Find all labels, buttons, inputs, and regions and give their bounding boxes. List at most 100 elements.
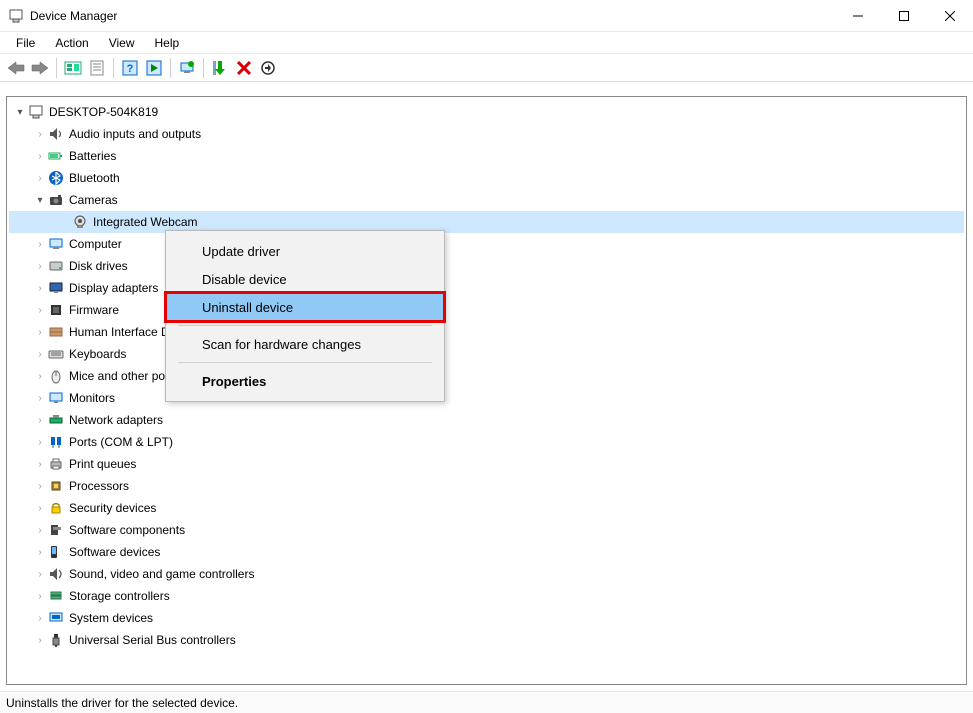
expand-arrow-icon[interactable]: ›	[33, 459, 47, 470]
tree-item-label: Ports (COM & LPT)	[69, 435, 181, 449]
mouse-icon	[47, 367, 65, 385]
swdev-icon	[47, 543, 65, 561]
minimize-button[interactable]	[835, 0, 881, 32]
expand-arrow-icon[interactable]: ▾	[13, 107, 27, 118]
speaker-icon	[47, 125, 65, 143]
expand-arrow-icon[interactable]: ›	[33, 129, 47, 140]
uninstall-button[interactable]	[232, 56, 256, 80]
scan-action-button[interactable]	[142, 56, 166, 80]
expand-arrow-icon[interactable]: ›	[33, 569, 47, 580]
tree-item-mouse[interactable]: ›Mice and other pointing devices	[9, 365, 964, 387]
enable-button[interactable]	[208, 56, 232, 80]
expand-arrow-icon[interactable]: ›	[33, 173, 47, 184]
tree-item-display[interactable]: ›Display adapters	[9, 277, 964, 299]
show-hidden-button[interactable]	[61, 56, 85, 80]
tree-item-ports[interactable]: › Ports (COM & LPT)	[9, 431, 964, 453]
scan-hardware-button[interactable]	[256, 56, 280, 80]
tree-item-label: Monitors	[69, 391, 123, 405]
help-button[interactable]: ?	[118, 56, 142, 80]
expand-arrow-icon[interactable]: ›	[33, 525, 47, 536]
tree-item-label: Storage controllers	[69, 589, 178, 603]
expand-arrow-icon[interactable]: ›	[33, 151, 47, 162]
expand-arrow-icon[interactable]: ›	[33, 503, 47, 514]
tree-root[interactable]: ▾ DESKTOP-504K819	[9, 101, 964, 123]
expand-arrow-icon[interactable]: ›	[33, 437, 47, 448]
tree-item-label: Print queues	[69, 457, 144, 471]
tree-item-keyboard[interactable]: › Keyboards	[9, 343, 964, 365]
tree-item-network[interactable]: › Network adapters	[9, 409, 964, 431]
back-button[interactable]	[4, 56, 28, 80]
context-scan-for-hardware-changes[interactable]: Scan for hardware changes	[166, 330, 444, 358]
tree-item-label: Software devices	[69, 545, 168, 559]
expand-arrow-icon[interactable]: ›	[33, 415, 47, 426]
context-update-driver[interactable]: Update driver	[166, 237, 444, 265]
tree-item-usb[interactable]: › Universal Serial Bus controllers	[9, 629, 964, 651]
sound-icon	[47, 565, 65, 583]
device-tree[interactable]: ▾ DESKTOP-504K819 ›Audio inputs and outp…	[6, 96, 967, 685]
update-driver-button[interactable]	[175, 56, 199, 80]
battery-icon	[47, 147, 65, 165]
hid-icon	[47, 323, 65, 341]
tree-child-webcam[interactable]: Integrated Webcam	[9, 211, 964, 233]
forward-button[interactable]	[28, 56, 52, 80]
tree-item-cpu[interactable]: ›Processors	[9, 475, 964, 497]
tree-item-swcomp[interactable]: ›Software components	[9, 519, 964, 541]
menu-file[interactable]: File	[6, 36, 45, 50]
tree-item-camera[interactable]: ▾Cameras	[9, 189, 964, 211]
bluetooth-icon	[47, 169, 65, 187]
menu-action[interactable]: Action	[45, 36, 98, 50]
cpu-icon	[47, 477, 65, 495]
tree-item-swdev[interactable]: › Software devices	[9, 541, 964, 563]
tree-child-label: Integrated Webcam	[93, 215, 206, 229]
window-title: Device Manager	[30, 9, 117, 23]
expand-arrow-icon[interactable]: ›	[33, 327, 47, 338]
monitor-icon	[47, 389, 65, 407]
tree-item-battery[interactable]: ›Batteries	[9, 145, 964, 167]
network-icon	[47, 411, 65, 429]
expand-arrow-icon[interactable]: ›	[33, 393, 47, 404]
menu-view[interactable]: View	[99, 36, 145, 50]
expand-arrow-icon[interactable]: ›	[33, 613, 47, 624]
webcam-icon	[71, 213, 89, 231]
tree-item-computer[interactable]: ›Computer	[9, 233, 964, 255]
context-disable-device[interactable]: Disable device	[166, 265, 444, 293]
tree-root-label: DESKTOP-504K819	[49, 105, 166, 119]
expand-arrow-icon[interactable]: ›	[33, 591, 47, 602]
tree-item-label: Security devices	[69, 501, 164, 515]
expand-arrow-icon[interactable]: ›	[33, 239, 47, 250]
tree-item-speaker[interactable]: ›Audio inputs and outputs	[9, 123, 964, 145]
tree-item-printer[interactable]: › Print queues	[9, 453, 964, 475]
expand-arrow-icon[interactable]: ›	[33, 283, 47, 294]
properties-button[interactable]	[85, 56, 109, 80]
tree-item-label: Universal Serial Bus controllers	[69, 633, 244, 647]
context-properties[interactable]: Properties	[166, 367, 444, 395]
expand-arrow-icon[interactable]: ▾	[33, 195, 47, 206]
tree-item-bluetooth[interactable]: › Bluetooth	[9, 167, 964, 189]
tree-item-label: Network adapters	[69, 413, 171, 427]
expand-arrow-icon[interactable]: ›	[33, 547, 47, 558]
system-icon	[47, 609, 65, 627]
tree-item-firmware[interactable]: ›Firmware	[9, 299, 964, 321]
tree-item-label: Disk drives	[69, 259, 136, 273]
tree-item-label: Keyboards	[69, 347, 134, 361]
maximize-button[interactable]	[881, 0, 927, 32]
tree-item-disk[interactable]: › Disk drives	[9, 255, 964, 277]
menu-help[interactable]: Help	[145, 36, 190, 50]
tree-item-sound[interactable]: ›Sound, video and game controllers	[9, 563, 964, 585]
expand-arrow-icon[interactable]: ›	[33, 481, 47, 492]
expand-arrow-icon[interactable]: ›	[33, 371, 47, 382]
firmware-icon	[47, 301, 65, 319]
tree-item-label: Bluetooth	[69, 171, 128, 185]
expand-arrow-icon[interactable]: ›	[33, 635, 47, 646]
disk-icon	[47, 257, 65, 275]
context-uninstall-device[interactable]: Uninstall device	[166, 293, 444, 321]
expand-arrow-icon[interactable]: ›	[33, 261, 47, 272]
tree-item-system[interactable]: ›System devices	[9, 607, 964, 629]
expand-arrow-icon[interactable]: ›	[33, 305, 47, 316]
expand-arrow-icon[interactable]: ›	[33, 349, 47, 360]
tree-item-hid[interactable]: ›Human Interface Devices	[9, 321, 964, 343]
tree-item-security[interactable]: › Security devices	[9, 497, 964, 519]
tree-item-monitor[interactable]: › Monitors	[9, 387, 964, 409]
close-button[interactable]	[927, 0, 973, 32]
tree-item-storage[interactable]: › Storage controllers	[9, 585, 964, 607]
